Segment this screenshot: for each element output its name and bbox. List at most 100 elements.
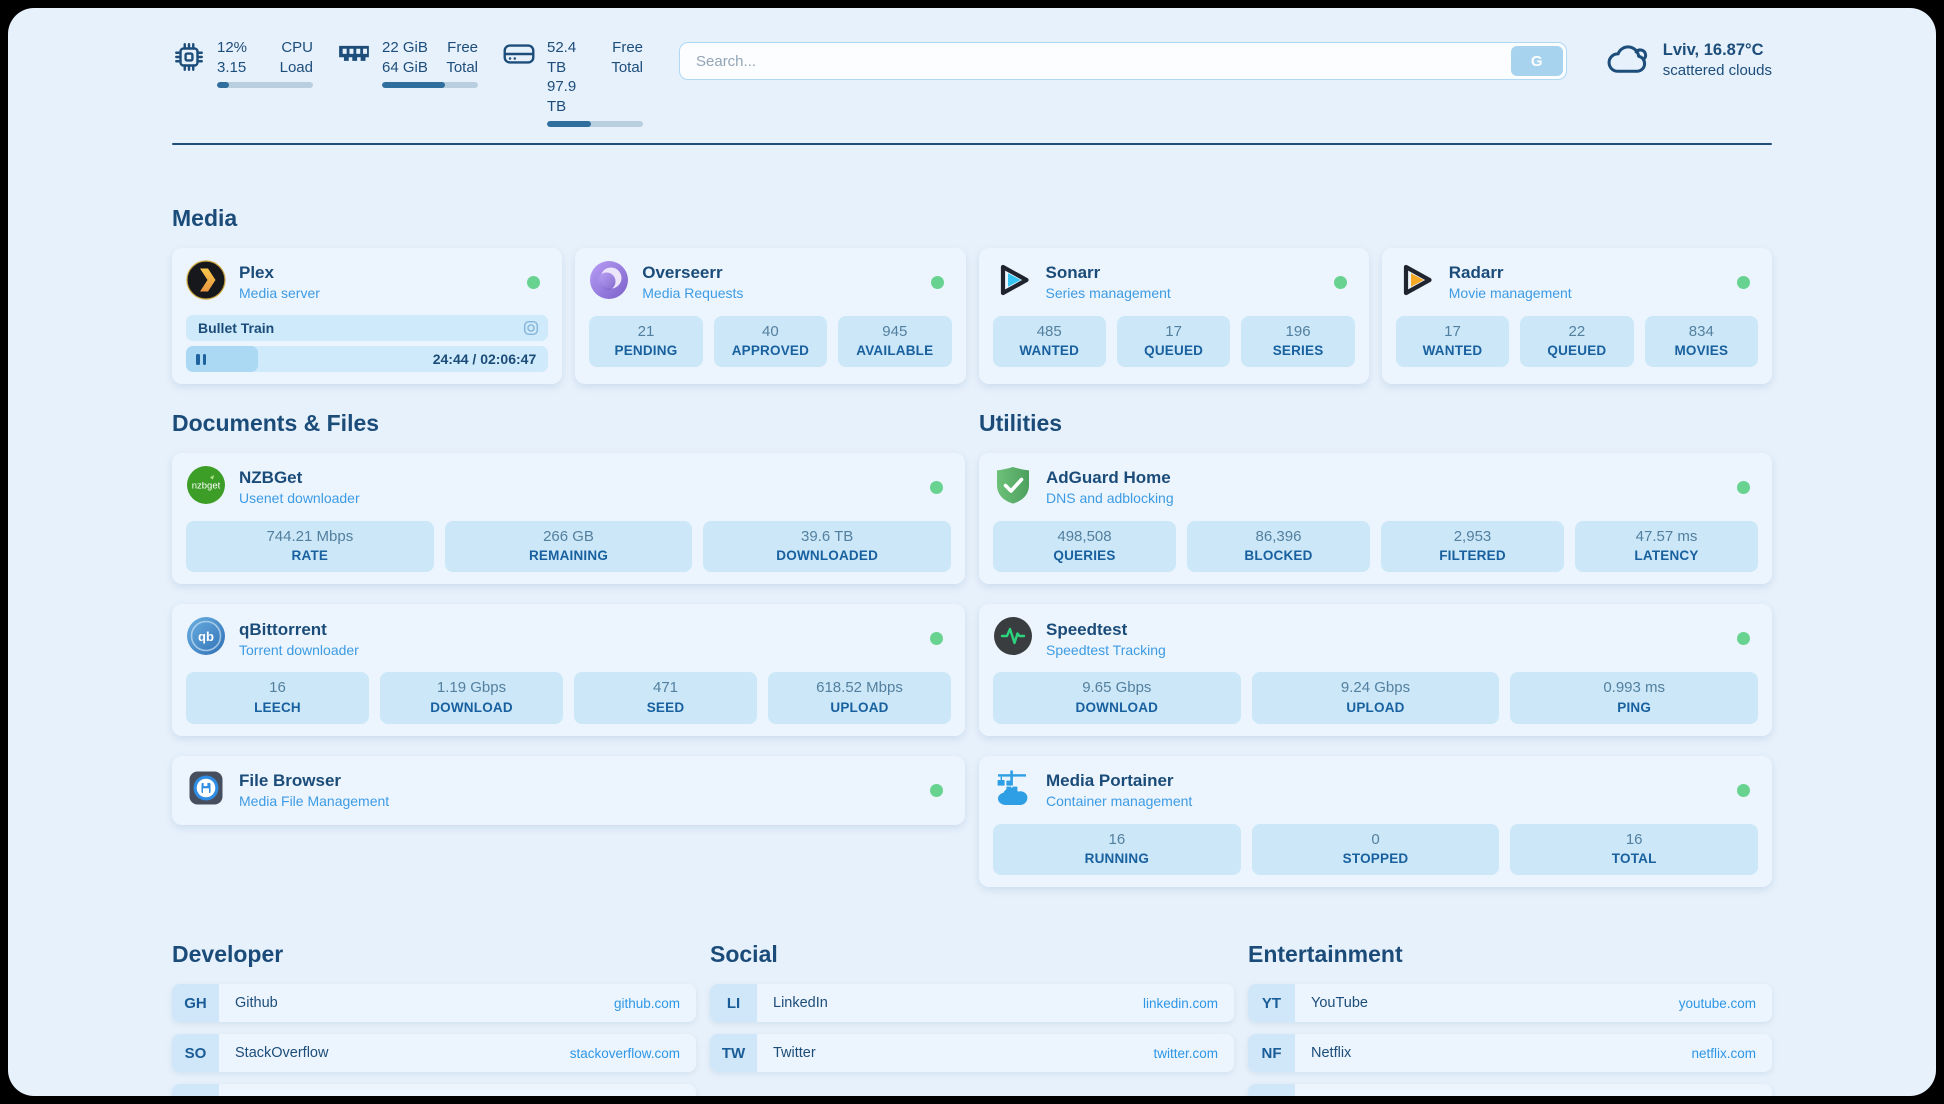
search-bar: G bbox=[679, 42, 1567, 80]
status-dot bbox=[1737, 276, 1750, 289]
bookmark-stackoverflow[interactable]: SO StackOverflow stackoverflow.com bbox=[172, 1034, 696, 1072]
status-dot bbox=[1737, 481, 1750, 494]
overseerr-icon bbox=[589, 260, 629, 305]
service-card-portainer[interactable]: Media Portainer Container management 16 … bbox=[979, 756, 1772, 887]
status-dot bbox=[1737, 784, 1750, 797]
speedtest-icon bbox=[993, 616, 1033, 661]
stat-tile: 1.19 Gbps DOWNLOAD bbox=[380, 672, 563, 723]
section-social: Social LI LinkedIn linkedin.com TW Twitt… bbox=[710, 941, 1234, 1096]
stat-value: 1.19 Gbps bbox=[384, 678, 559, 698]
cpu-icon bbox=[172, 40, 206, 79]
bookmark-abbr: GH bbox=[172, 984, 219, 1022]
stat-value: 945 bbox=[842, 322, 947, 342]
bookmark-name: Netflix bbox=[1311, 1045, 1351, 1061]
section-entertainment: Entertainment YT YouTube youtube.com NF … bbox=[1248, 941, 1772, 1096]
service-name: Speedtest bbox=[1046, 619, 1166, 641]
service-card-adguard[interactable]: AdGuard Home DNS and adblocking 498,508 … bbox=[979, 453, 1772, 584]
stat-value: 40 bbox=[718, 322, 823, 342]
section-documents: Documents & Files nzbget NZBGet Usenet d… bbox=[172, 410, 965, 887]
service-card-nzbget[interactable]: nzbget NZBGet Usenet downloader 744.21 M… bbox=[172, 453, 965, 584]
stat-value: 498,508 bbox=[997, 527, 1172, 547]
bookmark-url: stackoverflow.com bbox=[570, 1046, 696, 1061]
stat-value: 17 bbox=[1400, 322, 1505, 342]
top-bar: 12% 3.15 CPU Load bbox=[172, 38, 1772, 127]
stat-tile: 16 LEECH bbox=[186, 672, 369, 723]
svg-text:nzbget: nzbget bbox=[192, 481, 221, 492]
disk-progress-track bbox=[547, 121, 643, 127]
service-name: File Browser bbox=[239, 770, 389, 792]
memory-total-value: 64 GiB bbox=[382, 58, 428, 78]
search-provider-button[interactable]: G bbox=[1511, 46, 1563, 76]
plex-now-playing: Bullet Train 24:44 / 02:06:47 bbox=[186, 315, 548, 372]
bookmark-netflix[interactable]: NF Netflix netflix.com bbox=[1248, 1034, 1772, 1072]
stat-label: RATE bbox=[190, 547, 430, 565]
service-description: Media server bbox=[239, 284, 320, 302]
service-card-plex[interactable]: Plex Media server Bullet Train bbox=[172, 248, 562, 384]
section-utilities: Utilities AdGuard Home DNS and bbox=[979, 410, 1772, 887]
bookmark-reddit[interactable]: RE Reddit reddit.com bbox=[1248, 1084, 1772, 1096]
bookmark-url: linkedin.com bbox=[1143, 996, 1234, 1011]
memory-progress-fill bbox=[382, 82, 445, 88]
service-card-sonarr[interactable]: Sonarr Series management 485 WANTED 17 Q… bbox=[979, 248, 1369, 384]
section-title-developer: Developer bbox=[172, 941, 696, 968]
bookmark-dev[interactable]: DT DEV dev.to bbox=[172, 1084, 696, 1096]
sonarr-icon bbox=[993, 260, 1033, 305]
bookmark-twitter[interactable]: TW Twitter twitter.com bbox=[710, 1034, 1234, 1072]
stat-tile: 16 TOTAL bbox=[1510, 824, 1758, 875]
bookmark-abbr: YT bbox=[1248, 984, 1295, 1022]
service-card-filebrowser[interactable]: File Browser Media File Management bbox=[172, 756, 965, 825]
stat-label: BLOCKED bbox=[1191, 547, 1366, 565]
cpu-load-value: 3.15 bbox=[217, 58, 246, 78]
stat-value: 9.65 Gbps bbox=[997, 678, 1237, 698]
service-card-overseerr[interactable]: Overseerr Media Requests 21 PENDING 40 A… bbox=[575, 248, 965, 384]
bookmark-youtube[interactable]: YT YouTube youtube.com bbox=[1248, 984, 1772, 1022]
session-info-icon[interactable] bbox=[522, 319, 540, 337]
status-dot bbox=[931, 276, 944, 289]
stat-value: 196 bbox=[1245, 322, 1350, 342]
service-name: Media Portainer bbox=[1046, 770, 1192, 792]
memory-progress-track bbox=[382, 82, 478, 88]
stat-tile: 498,508 QUERIES bbox=[993, 521, 1176, 572]
status-dot bbox=[1334, 276, 1347, 289]
stat-tile: 17 WANTED bbox=[1396, 316, 1509, 367]
dashboard-page: 12% 3.15 CPU Load bbox=[8, 8, 1936, 1096]
stat-tile: 618.52 Mbps UPLOAD bbox=[768, 672, 951, 723]
service-description: Media Requests bbox=[642, 284, 743, 302]
stat-label: SEED bbox=[578, 699, 753, 717]
now-playing-row: Bullet Train bbox=[186, 315, 548, 341]
weather-widget: Lviv, 16.87°C scattered clouds bbox=[1605, 40, 1772, 81]
stat-value: 2,953 bbox=[1385, 527, 1560, 547]
stat-label: QUEUED bbox=[1524, 342, 1629, 360]
section-media: Media Plex Media server bbox=[172, 205, 1772, 384]
stat-value: 21 bbox=[593, 322, 698, 342]
memory-label-1: Free bbox=[447, 38, 478, 58]
service-card-qbittorrent[interactable]: qb qBittorrent Torrent downloader 16 LEE… bbox=[172, 604, 965, 735]
bookmark-name: LinkedIn bbox=[773, 995, 828, 1011]
stat-value: 266 GB bbox=[449, 527, 689, 547]
bookmark-github[interactable]: GH Github github.com bbox=[172, 984, 696, 1022]
cpu-widget: 12% 3.15 CPU Load bbox=[172, 38, 313, 127]
search-input[interactable] bbox=[680, 43, 1508, 79]
stat-label: STOPPED bbox=[1256, 850, 1496, 868]
stat-label: DOWNLOADED bbox=[707, 547, 947, 565]
memory-free-value: 22 GiB bbox=[382, 38, 428, 58]
bookmark-abbr: NF bbox=[1248, 1034, 1295, 1072]
service-description: Media File Management bbox=[239, 792, 389, 810]
topbar-divider bbox=[172, 143, 1772, 145]
bookmark-url: twitter.com bbox=[1153, 1046, 1234, 1061]
stat-tile: 17 QUEUED bbox=[1117, 316, 1230, 367]
stat-tile: 485 WANTED bbox=[993, 316, 1106, 367]
status-dot bbox=[1737, 632, 1750, 645]
stat-label: WANTED bbox=[997, 342, 1102, 360]
service-card-radarr[interactable]: Radarr Movie management 17 WANTED 22 QUE… bbox=[1382, 248, 1772, 384]
stat-label: DOWNLOAD bbox=[997, 699, 1237, 717]
service-card-speedtest[interactable]: Speedtest Speedtest Tracking 9.65 Gbps D… bbox=[979, 604, 1772, 735]
playback-time: 24:44 / 02:06:47 bbox=[433, 351, 549, 367]
disk-widget: 52.4 TB 97.9 TB Free Total bbox=[502, 38, 643, 127]
service-description: Speedtest Tracking bbox=[1046, 641, 1166, 659]
bookmark-name: Twitter bbox=[773, 1045, 816, 1061]
stat-label: RUNNING bbox=[997, 850, 1237, 868]
bookmark-linkedin[interactable]: LI LinkedIn linkedin.com bbox=[710, 984, 1234, 1022]
stat-label: APPROVED bbox=[718, 342, 823, 360]
status-dot bbox=[930, 632, 943, 645]
